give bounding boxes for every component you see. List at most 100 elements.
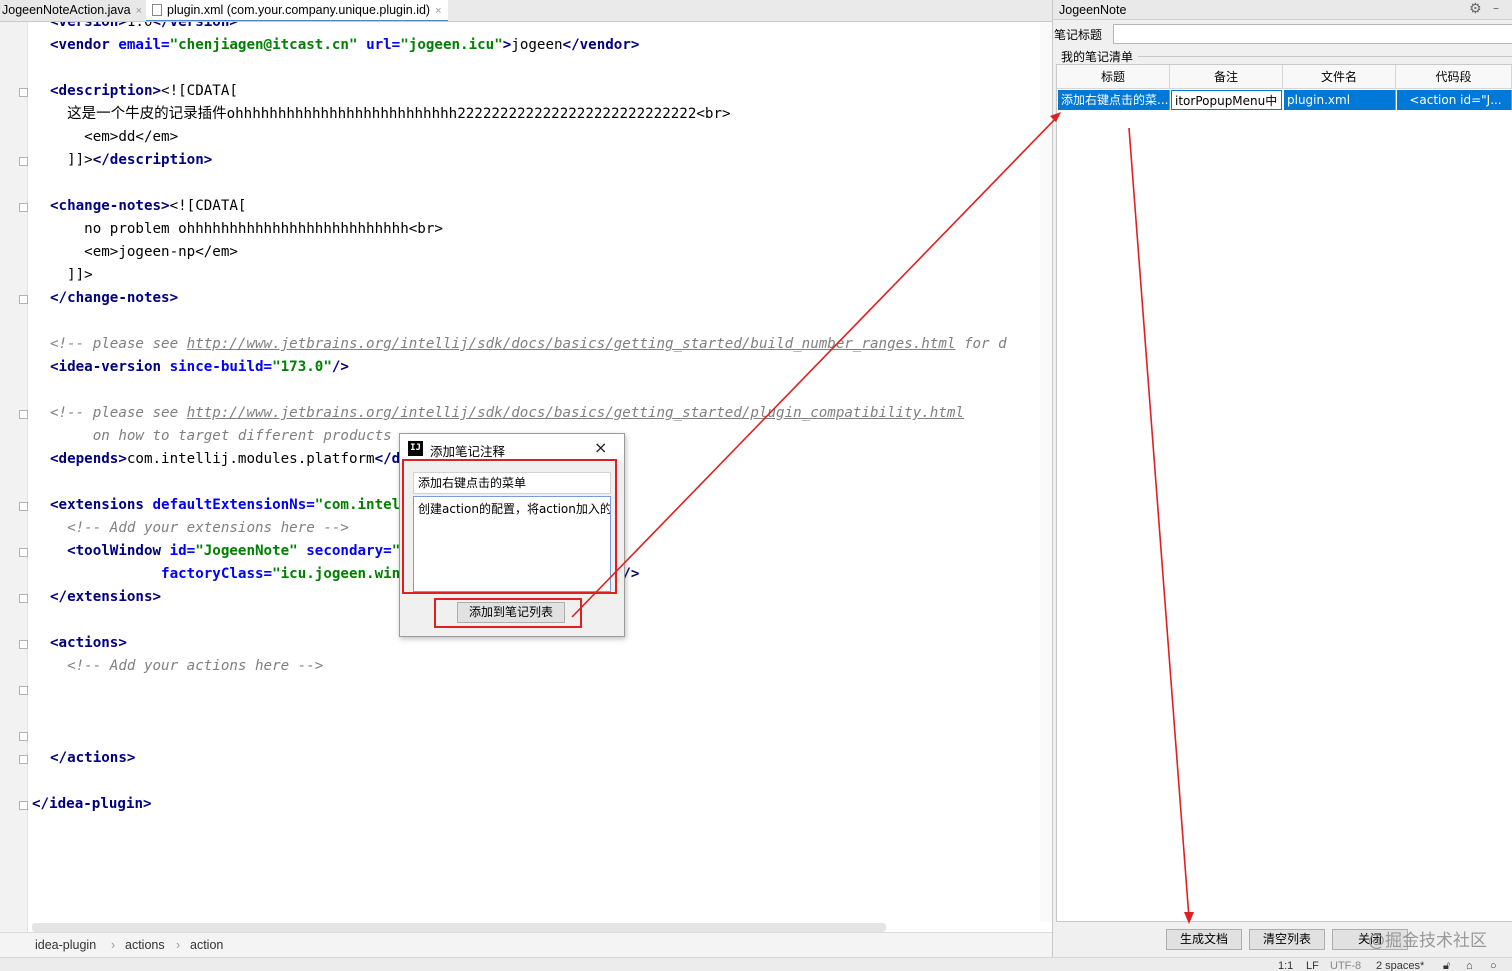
code-token: /> (554, 704, 572, 720)
code-token: "first" (494, 704, 554, 720)
code-token: secondary= (306, 543, 392, 559)
group-divider (1138, 56, 1512, 57)
column-header-code[interactable]: 代码段 (1396, 65, 1512, 89)
code-line: <toolWindow id="JogeenNote" secondary="t… (50, 540, 443, 563)
breadcrumb-item-actions[interactable]: actions (125, 938, 165, 952)
dialog-title: 添加笔记注释 (430, 444, 506, 459)
code-line: <version>1.0</version> (50, 22, 238, 34)
fold-marker-icon[interactable] (19, 594, 28, 603)
code-token: id= (169, 543, 196, 559)
code-token: <![CDATA[ (161, 83, 238, 99)
note-list-table[interactable]: 标题 备注 文件名 代码段 添加右键点击的菜... itorPopupMenu中… (1056, 64, 1512, 922)
column-header-remark[interactable]: 备注 (1170, 65, 1283, 89)
code-line: no problem ohhhhhhhhhhhhhhhhhhhhhhhhhh<b… (50, 218, 443, 241)
close-icon[interactable]: × (136, 5, 142, 17)
close-icon[interactable]: × (594, 438, 607, 457)
fold-marker-icon[interactable] (19, 88, 28, 97)
fold-marker-icon[interactable] (19, 732, 28, 741)
tab-plugin-xml[interactable]: plugin.xml (com.your.company.unique.plug… (146, 0, 448, 21)
fold-marker-icon[interactable] (19, 640, 28, 649)
code-token: "EditorPopupMenu" (280, 704, 426, 720)
editor-gutter[interactable] (0, 22, 28, 932)
code-token: </extensions> (50, 589, 162, 605)
fold-marker-icon[interactable] (19, 410, 28, 419)
caret-position[interactable]: 1:1 (1278, 960, 1293, 971)
tab-jogeen-note-action-java[interactable]: JogeenNoteAction.java × (0, 0, 148, 21)
generate-doc-button[interactable]: 生成文档 (1166, 929, 1242, 950)
code-line: <vendor email="chenjiagen@itcast.cn" url… (50, 34, 639, 57)
fold-marker-icon[interactable] (19, 801, 28, 810)
note-title-input[interactable] (1113, 24, 1512, 44)
code-token: </vendor> (562, 37, 640, 53)
code-token: on how to target different products (50, 428, 392, 444)
breadcrumb: idea-plugin › actions › action (0, 932, 1052, 957)
code-token: </actions> (50, 750, 136, 766)
table-cell[interactable]: <action id="J... (1397, 90, 1512, 110)
gear-icon[interactable]: ⚙ (1469, 1, 1482, 17)
fold-marker-icon[interactable] (19, 295, 28, 304)
line-separator[interactable]: LF (1306, 960, 1319, 971)
code-line: <idea-version since-build="173.0"/> (50, 356, 349, 379)
code-token: <!-- please see (50, 336, 187, 352)
fold-marker-icon[interactable] (19, 157, 28, 166)
code-line: <em>jogeen-np</em> (50, 241, 238, 264)
table-cell-editing[interactable]: itorPopupMenu中 (1171, 90, 1282, 110)
annotation-box (434, 598, 582, 628)
column-header-filename[interactable]: 文件名 (1283, 65, 1396, 89)
code-token: "icu.jogeen.action.JogeenNoteAction" (400, 681, 708, 697)
file-encoding[interactable]: UTF-8 (1330, 960, 1361, 971)
minimize-icon[interactable]: – (1493, 1, 1499, 15)
fold-marker-icon[interactable] (19, 548, 28, 557)
lock-icon[interactable]: 🔓︎ (1443, 960, 1450, 971)
code-line: <em>dd</em> (50, 126, 178, 149)
chevron-right-icon: › (176, 938, 181, 952)
editor-horizontal-scrollbar[interactable] (32, 923, 886, 932)
code-token: <!-- Add your extensions here --> (50, 520, 349, 536)
column-header-title[interactable]: 标题 (1057, 65, 1170, 89)
code-token: </action> (67, 727, 144, 743)
table-cell[interactable]: plugin.xml (1284, 90, 1396, 110)
status-bar: 1:1 LF UTF-8 2 spaces* 🔓︎ ⌂ ○ (0, 957, 1512, 971)
code-token: <extensions (50, 497, 153, 513)
code-line: </action> (50, 724, 144, 747)
tab-label: plugin.xml (com.your.company.unique.plug… (167, 3, 431, 17)
breadcrumb-item-idea-plugin[interactable]: idea-plugin (35, 938, 96, 952)
fold-marker-icon[interactable] (19, 203, 28, 212)
code-token: group-id= (203, 704, 281, 720)
code-token: jogeen (511, 37, 563, 53)
breadcrumb-item-action[interactable]: action (190, 938, 223, 952)
memory-indicator-icon[interactable]: ○ (1490, 960, 1497, 971)
editor-tab-bar: JogeenNoteAction.java × plugin.xml (com.y… (0, 0, 1052, 22)
fold-marker-icon[interactable] (19, 502, 28, 511)
fold-marker-icon[interactable] (19, 686, 28, 695)
dialog-title-bar[interactable]: IJ 添加笔记注释 × (400, 434, 624, 462)
inspector-icon[interactable]: ⌂ (1466, 960, 1473, 971)
code-token: "JogeenNoteAction" (759, 681, 913, 697)
indent-setting[interactable]: 2 spaces* (1376, 960, 1424, 971)
code-line: <actions> (50, 632, 127, 655)
code-token: no problem ohhhhhhhhhhhhhhhhhhhhhhhhhh<b… (50, 221, 443, 237)
fold-marker-icon[interactable] (19, 755, 28, 764)
clear-list-button[interactable]: 清空列表 (1249, 929, 1325, 950)
code-token: <add-to-group (84, 704, 204, 720)
code-token: </version> (152, 22, 238, 30)
code-token: "173.0" (272, 359, 332, 375)
code-token: ohhhhhhhhhhhhhhhhhhhhhhhhhh2222222222222… (226, 106, 731, 122)
code-token: <version> (50, 22, 127, 30)
code-token: email= (118, 37, 170, 53)
code-line: </extensions> (50, 586, 161, 609)
editor-vertical-scrollbar[interactable] (1040, 22, 1052, 922)
code-token: factoryClass= (161, 566, 273, 582)
close-icon[interactable]: × (435, 5, 441, 17)
code-token: "JogeenNote" (195, 543, 298, 559)
code-line: <add-to-group group-id="EditorPopupMenu"… (50, 701, 571, 724)
code-token: <toolWindow (67, 543, 170, 559)
code-line: 这是一个牛皮的记录插件ohhhhhhhhhhhhhhhhhhhhhhhhhh22… (50, 103, 731, 126)
table-cell[interactable]: 添加右键点击的菜... (1058, 90, 1170, 110)
intellij-logo-icon: IJ (408, 441, 423, 456)
